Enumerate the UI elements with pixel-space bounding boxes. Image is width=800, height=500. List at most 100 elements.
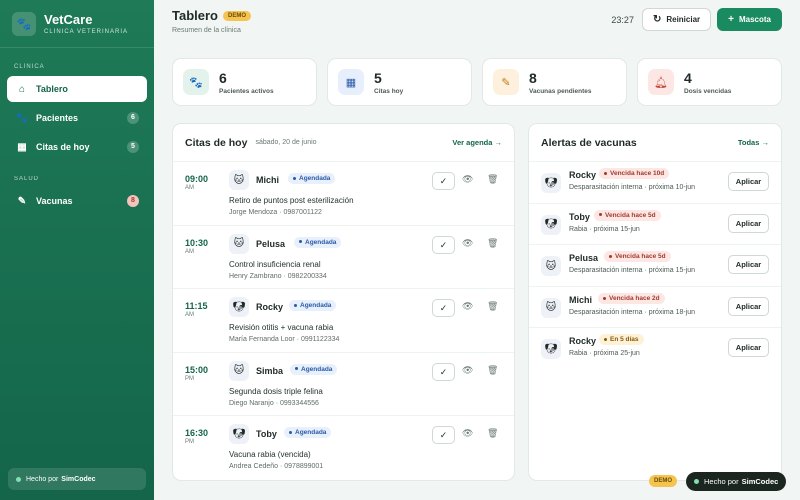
- sidebar-item-label: Tablero: [36, 84, 68, 94]
- add-pet-button[interactable]: + Mascota: [717, 8, 782, 31]
- dog-avatar-icon: 🐶︎: [541, 214, 561, 235]
- delete-trash-icon[interactable]: 🗑︎: [487, 365, 498, 376]
- delete-trash-icon[interactable]: 🗑︎: [487, 238, 498, 249]
- complete-check-button[interactable]: ✓: [432, 172, 455, 190]
- view-eye-icon[interactable]: 👁︎: [462, 365, 473, 376]
- view-all-link[interactable]: Todas →: [738, 138, 769, 147]
- pet-name: Rocky: [569, 170, 597, 180]
- made-by-chip[interactable]: Hecho por SimCodec: [686, 472, 787, 491]
- appointment-row[interactable]: 15:00 PM 🐱︎ Simba Agendada Segunda dosis…: [173, 353, 514, 416]
- reset-label: Reiniciar: [666, 15, 701, 24]
- stat-value: 6: [219, 69, 227, 86]
- home-icon: ⌂: [18, 83, 26, 95]
- stat-card[interactable]: ✎ 8 Vacunas pendientes: [482, 58, 627, 106]
- vaccine-detail: Desparasitación interna · próxima 15-jun: [569, 267, 696, 275]
- demo-badge: DEMO: [649, 475, 677, 487]
- view-eye-icon[interactable]: 👁︎: [462, 238, 473, 249]
- status-badge: Agendada: [288, 173, 336, 184]
- made-by-link[interactable]: Hecho por SimCodec: [8, 468, 146, 490]
- dog-avatar-icon: 🐶︎: [541, 339, 561, 360]
- appointment-time: 15:00: [185, 364, 209, 375]
- due-status-badge: Vencida hace 10d: [599, 168, 670, 179]
- brand[interactable]: 🐾 VetCare CLÍNICA VETERINARIA: [0, 0, 154, 48]
- add-pet-label: Mascota: [738, 15, 771, 24]
- due-status-badge: En 5 días: [599, 334, 644, 346]
- appointments-list: 09:00 AM 🐱︎ Michi Agendada Retiro de pun…: [173, 162, 514, 480]
- appointment-row[interactable]: 10:30 AM 🐱︎ Pelusa Agendada Control insu…: [173, 226, 514, 289]
- delete-trash-icon[interactable]: 🗑︎: [487, 174, 498, 185]
- card-title: Citas de hoy: [185, 136, 248, 149]
- pet-name: Pelusa: [569, 253, 599, 264]
- paw-icon: 🐾: [12, 11, 36, 36]
- apply-vaccine-button[interactable]: Aplicar: [728, 255, 769, 275]
- view-eye-icon[interactable]: 👁︎: [462, 301, 473, 312]
- cat-avatar-icon: 🐱︎: [229, 233, 249, 254]
- vaccine-alert-row: 🐶︎ Rocky En 5 días Rabia · próxima 25-ju…: [529, 328, 781, 370]
- stat-value: 5: [374, 69, 382, 86]
- sidebar-item-vacunas[interactable]: ✎ Vacunas 8: [7, 188, 147, 214]
- pet-name: Simba: [256, 365, 284, 376]
- sidebar-item-tablero[interactable]: ⌂ Tablero: [7, 76, 147, 102]
- sidebar-item-label: Pacientes: [36, 113, 79, 123]
- vaccine-alert-row: 🐱︎ Michi Vencida hace 2d Desparasitación…: [529, 287, 781, 329]
- complete-check-button[interactable]: ✓: [432, 362, 455, 381]
- owner-contact: Andrea Cedeño · 0978899001: [229, 463, 324, 470]
- stat-card[interactable]: 🐾 6 Pacientes activos: [172, 58, 317, 106]
- paw-icon: 🐾: [183, 69, 209, 95]
- status-dot-icon: [694, 479, 699, 484]
- view-eye-icon[interactable]: 👁︎: [462, 428, 473, 439]
- appointment-row[interactable]: 11:15 AM 🐶︎ Rocky Agendada Revisión otit…: [173, 289, 514, 353]
- view-agenda-link[interactable]: Ver agenda →: [452, 138, 502, 147]
- calendar-icon: ▦: [338, 69, 364, 95]
- appointment-time: 09:00: [185, 174, 209, 184]
- card-title: Alertas de vacunas: [541, 136, 637, 149]
- sidebar-item-citas[interactable]: ▦ Citas de hoy 5: [7, 134, 147, 160]
- sidebar-item-pacientes[interactable]: 🐾 Pacientes 6: [7, 105, 147, 131]
- vaccine-alerts-card: Alertas de vacunas Todas → 🐶︎ Rocky Venc…: [528, 123, 782, 481]
- owner-contact: María Fernanda Loor · 0991122334: [229, 336, 340, 343]
- appointment-row[interactable]: 16:30 PM 🐶︎ Toby Agendada Vacuna rabia (…: [173, 416, 514, 480]
- sidebar-item-label: Citas de hoy: [36, 142, 90, 152]
- apply-vaccine-button[interactable]: Aplicar: [728, 213, 769, 233]
- reset-button[interactable]: ↻ Reiniciar: [641, 8, 712, 31]
- syringe-icon: ✎: [17, 195, 27, 207]
- stat-card[interactable]: 🔔︎ 4 Dosis vencidas: [637, 58, 782, 106]
- due-status-badge: Vencida hace 5d: [604, 251, 671, 263]
- dog-avatar-icon: 🐶︎: [541, 173, 561, 193]
- owner-contact: Jorge Mendoza · 0987001122: [229, 209, 322, 216]
- delete-trash-icon[interactable]: 🗑︎: [487, 301, 498, 312]
- appointment-reason: Control insuficiencia renal: [229, 259, 321, 269]
- cat-avatar-icon: 🐱︎: [541, 297, 561, 318]
- demo-badge: DEMO: [223, 10, 251, 21]
- status-dot-icon: [16, 476, 21, 482]
- due-status-badge: Vencida hace 2d: [598, 292, 665, 304]
- complete-check-button[interactable]: ✓: [432, 235, 455, 254]
- count-badge: 5: [127, 141, 139, 153]
- dog-avatar-icon: 🐶︎: [229, 424, 249, 444]
- status-badge: Agendada: [284, 427, 332, 438]
- bell-icon: 🔔︎: [648, 69, 674, 95]
- complete-check-button[interactable]: ✓: [432, 299, 455, 317]
- apply-vaccine-button[interactable]: Aplicar: [728, 172, 769, 191]
- clock: 23:27: [611, 14, 634, 25]
- appointment-time: 16:30: [185, 428, 209, 438]
- card-date: sábado, 20 de junio: [255, 139, 317, 146]
- count-badge: 8: [127, 195, 139, 207]
- appointment-ampm: AM: [185, 185, 194, 191]
- appointment-ampm: AM: [185, 248, 194, 255]
- stat-card[interactable]: ▦ 5 Citas hoy: [327, 58, 472, 106]
- made-by-brand: SimCodec: [741, 477, 779, 486]
- sidebar: 🐾 VetCare CLÍNICA VETERINARIA CLÍNICA ⌂ …: [0, 0, 154, 500]
- view-eye-icon[interactable]: 👁︎: [462, 174, 473, 185]
- appointment-row[interactable]: 09:00 AM 🐱︎ Michi Agendada Retiro de pun…: [173, 162, 514, 226]
- pet-name: Michi: [256, 175, 280, 185]
- apply-vaccine-button[interactable]: Aplicar: [728, 338, 769, 358]
- sidebar-item-label: Vacunas: [36, 196, 73, 206]
- appointment-reason: Segunda dosis triple felina: [229, 386, 323, 396]
- vaccine-detail: Desparasitación interna · próxima 10-jun: [569, 184, 696, 191]
- complete-check-button[interactable]: ✓: [432, 426, 455, 444]
- dog-avatar-icon: 🐶︎: [229, 297, 249, 317]
- apply-vaccine-button[interactable]: Aplicar: [728, 296, 769, 316]
- delete-trash-icon[interactable]: 🗑︎: [487, 428, 498, 439]
- appointment-reason: Revisión otitis + vacuna rabia: [229, 323, 334, 332]
